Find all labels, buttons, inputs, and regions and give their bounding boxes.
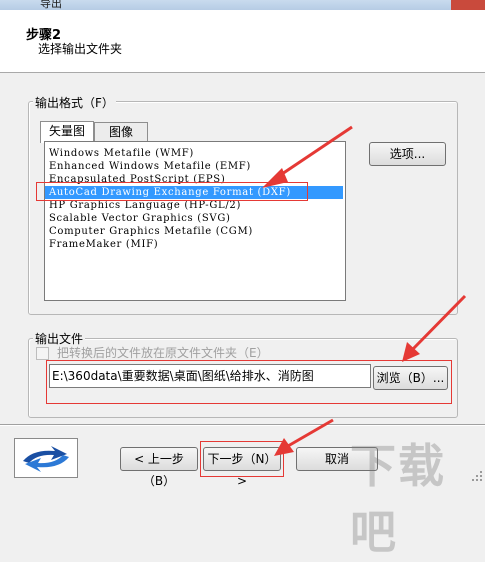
footer-divider <box>0 424 485 425</box>
annotation-box-path <box>46 360 452 404</box>
output-format-label: 输出格式（F） <box>33 94 116 111</box>
back-button[interactable]: < 上一步（B） <box>120 447 198 488</box>
list-item[interactable]: Computer Graphics Metafile (CGM) <box>49 225 253 238</box>
annotation-box-next <box>200 441 284 477</box>
same-folder-checkbox[interactable] <box>36 347 49 360</box>
app-logo <box>14 438 78 478</box>
wizard-header: 步骤2 选择输出文件夹 <box>0 10 485 73</box>
resize-grip-icon[interactable] <box>471 470 483 482</box>
tab-image-label: 图像 <box>108 125 133 139</box>
watermark: 下载吧 <box>350 439 446 559</box>
tab-image[interactable]: 图像 <box>94 122 148 142</box>
window-titlebar: 导出 <box>0 0 485 10</box>
list-item[interactable]: Windows Metafile (WMF) <box>49 147 194 160</box>
tab-vector[interactable]: 矢量图 <box>40 121 94 143</box>
options-button[interactable]: 选项... <box>369 142 446 166</box>
annotation-box-dxf <box>36 182 308 201</box>
same-folder-label: 把转换后的文件放在原文件文件夹（E） <box>57 346 269 360</box>
list-item[interactable]: Scalable Vector Graphics (SVG) <box>49 212 231 225</box>
tab-vector-label: 矢量图 <box>48 124 85 138</box>
list-item[interactable]: Enhanced Windows Metafile (EMF) <box>49 160 251 173</box>
step-description: 选择输出文件夹 <box>38 42 123 56</box>
list-item[interactable]: FrameMaker (MIF) <box>49 238 158 251</box>
format-list[interactable]: Windows Metafile (WMF) Enhanced Windows … <box>44 141 346 301</box>
close-button[interactable] <box>451 0 485 10</box>
